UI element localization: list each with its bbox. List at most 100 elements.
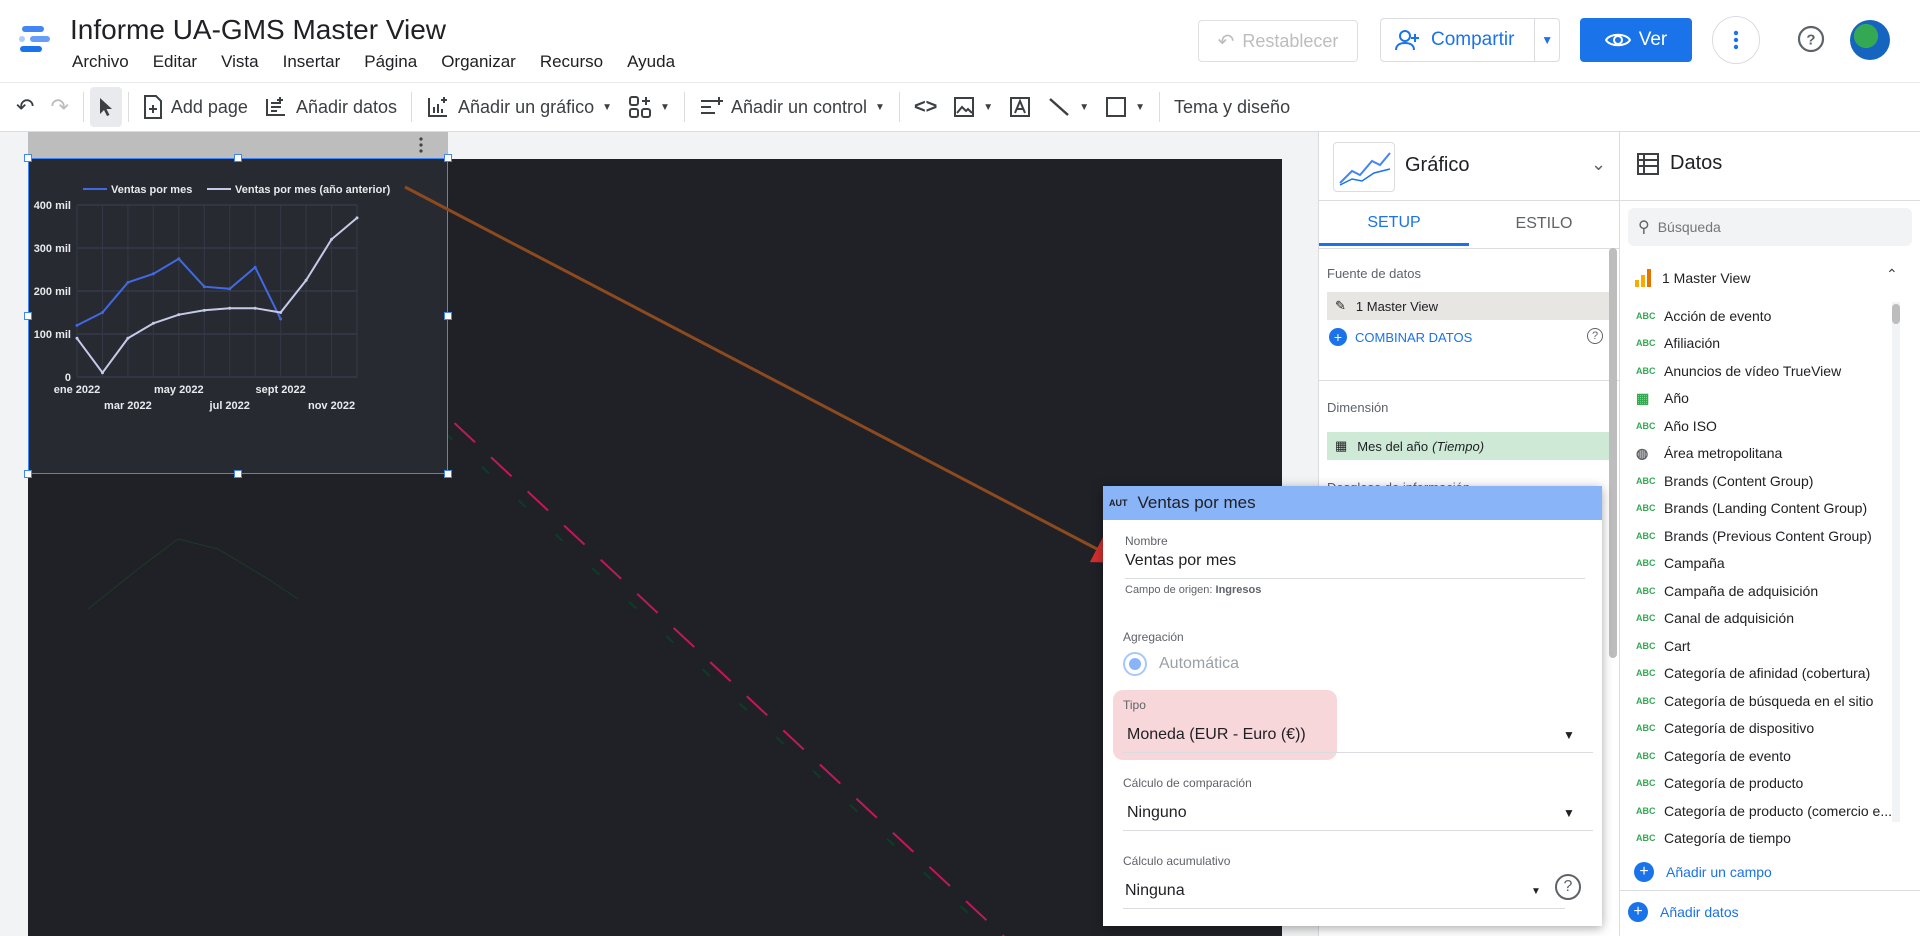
text-type-icon: ABC	[1636, 778, 1656, 789]
user-avatar[interactable]	[1850, 20, 1890, 60]
field-name: Categoría de evento	[1664, 747, 1791, 764]
field-item[interactable]: ABC Categoría de tiempo	[1620, 825, 1900, 853]
cumulative-select-value[interactable]: Ninguna	[1125, 882, 1185, 900]
tab-style[interactable]: ESTILO	[1469, 202, 1619, 246]
field-item[interactable]: ABC Campaña	[1620, 550, 1900, 578]
line-button[interactable]: ▼	[1039, 87, 1097, 127]
add-control-button[interactable]: Añadir un control ▼	[691, 87, 893, 127]
field-item[interactable]: ABC Acción de evento	[1620, 302, 1900, 330]
field-item[interactable]: ABC Categoría de dispositivo	[1620, 715, 1900, 743]
field-item[interactable]: ▦ Año	[1620, 385, 1900, 413]
field-name: Categoría de búsqueda en el sitio	[1664, 692, 1874, 709]
image-button[interactable]: ▼	[945, 87, 1001, 127]
field-item[interactable]: ABC Categoría de afinidad (cobertura)	[1620, 660, 1900, 688]
share-button[interactable]: Compartir ▼	[1380, 18, 1560, 62]
help-icon[interactable]: ?	[1587, 328, 1603, 344]
community-visualizations-button[interactable]: ▼	[620, 87, 678, 127]
add-page-button[interactable]: Add page	[135, 87, 256, 127]
shape-button[interactable]: ▼	[1097, 87, 1153, 127]
report-title[interactable]: Informe UA-GMS Master View	[70, 14, 446, 46]
field-item[interactable]: ABC Anuncios de vídeo TrueView	[1620, 357, 1900, 385]
field-item[interactable]: ABC Canal de adquisición	[1620, 605, 1900, 633]
field-item[interactable]: ABC Brands (Previous Content Group)	[1620, 522, 1900, 550]
tab-setup[interactable]: SETUP	[1319, 202, 1469, 246]
svg-text:?: ?	[1806, 32, 1815, 49]
add-page-label: Add page	[170, 96, 248, 117]
search-input[interactable]	[1657, 219, 1878, 235]
menu-ayuda[interactable]: Ayuda	[615, 52, 687, 72]
menu-recurso[interactable]: Recurso	[528, 52, 615, 72]
search-field[interactable]: ⚲	[1628, 208, 1912, 246]
field-item[interactable]: ABC Categoría de búsqueda en el sitio	[1620, 687, 1900, 715]
scrollbar[interactable]	[1609, 248, 1617, 658]
eye-icon	[1604, 33, 1631, 47]
dropdown-arrow-icon[interactable]: ▼	[1563, 728, 1575, 742]
menu-editar[interactable]: Editar	[141, 52, 209, 72]
scrollbar[interactable]	[1892, 304, 1900, 324]
menu-insertar[interactable]: Insertar	[271, 52, 353, 72]
data-panel: Datos ⚲ 1 Master View ⌃ ABC Acción de eve…	[1620, 132, 1920, 936]
popup-header: AUT Ventas por mes	[1103, 486, 1602, 520]
comparison-select-value[interactable]: Ninguno	[1127, 804, 1187, 822]
reset-label: Restablecer	[1242, 30, 1339, 51]
help-icon[interactable]: ?	[1796, 24, 1826, 54]
chevron-down-icon[interactable]: ⌄	[1591, 154, 1606, 175]
reset-button[interactable]: ↶ Restablecer	[1198, 20, 1358, 62]
field-name: Brands (Content Group)	[1664, 472, 1814, 489]
add-chart-button[interactable]: Añadir un gráfico ▼	[418, 87, 620, 127]
datasource-header[interactable]: 1 Master View	[1634, 268, 1750, 288]
widgets-icon	[629, 96, 652, 118]
collapse-icon[interactable]: ⌃	[1886, 266, 1898, 283]
view-button[interactable]: Ver	[1580, 18, 1692, 62]
text-type-icon: ABC	[1636, 723, 1656, 734]
chart-type-label[interactable]: Gráfico	[1405, 154, 1469, 177]
aggregation-option[interactable]: Automática	[1123, 652, 1239, 676]
menu-organizar[interactable]: Organizar	[429, 52, 528, 72]
chart-type-thumbnail[interactable]	[1333, 142, 1395, 192]
add-data-button[interactable]: + Añadir datos	[1628, 902, 1739, 922]
add-field-button[interactable]: + Añadir un campo	[1634, 862, 1772, 882]
menu-pagina[interactable]: Página	[352, 52, 429, 72]
name-input[interactable]	[1125, 552, 1585, 570]
field-item[interactable]: ABC Año ISO	[1620, 412, 1900, 440]
menu-vista[interactable]: Vista	[209, 52, 271, 72]
type-highlight	[1113, 690, 1337, 760]
dropdown-arrow-icon[interactable]: ▼	[1531, 886, 1541, 897]
more-options-button[interactable]	[1712, 16, 1760, 64]
help-icon[interactable]: ?	[1555, 874, 1581, 900]
text-button[interactable]	[1001, 87, 1039, 127]
menu-archivo[interactable]: Archivo	[60, 52, 141, 72]
blend-data-button[interactable]: + COMBINAR DATOS	[1329, 328, 1472, 346]
field-item[interactable]: ABC Brands (Content Group)	[1620, 467, 1900, 495]
text-type-icon: ABC	[1636, 420, 1656, 431]
dropdown-arrow-icon[interactable]: ▼	[1563, 806, 1575, 820]
field-item[interactable]: ABC Categoría de producto	[1620, 770, 1900, 798]
field-item[interactable]: ABC Campaña de adquisición	[1620, 577, 1900, 605]
pencil-icon: ✎	[1335, 298, 1346, 313]
datasource-chip[interactable]: ✎ 1 Master View	[1327, 292, 1609, 320]
redo-button[interactable]: ↷	[42, 87, 76, 127]
dimension-chip[interactable]: ▦ Mes del año (Tiempo)	[1327, 432, 1609, 460]
share-dropdown-icon[interactable]: ▼	[1535, 33, 1559, 47]
select-tool-button[interactable]	[89, 87, 122, 127]
undo-button[interactable]: ↶	[8, 87, 42, 127]
field-item[interactable]: ABC Brands (Landing Content Group)	[1620, 495, 1900, 523]
field-item[interactable]: ABC Afiliación	[1620, 330, 1900, 358]
name-label: Nombre	[1125, 534, 1168, 548]
field-item[interactable]: ABC Categoría de evento	[1620, 742, 1900, 770]
type-select-value[interactable]: Moneda (EUR - Euro (€))	[1127, 726, 1306, 744]
metric-edit-popup: AUT Ventas por mes Nombre Campo de orige…	[1103, 486, 1602, 926]
field-item[interactable]: ABC Cart	[1620, 632, 1900, 660]
dropdown-arrow-icon: ▼	[602, 101, 613, 113]
theme-layout-button[interactable]: Tema y diseño	[1166, 87, 1298, 127]
looker-studio-logo[interactable]	[16, 20, 54, 58]
field-item[interactable]: ABC Categoría de producto (comercio e...	[1620, 797, 1900, 825]
text-type-icon: ABC	[1636, 668, 1656, 679]
dropdown-arrow-icon: ▼	[660, 101, 670, 113]
field-item[interactable]: ◍ Área metropolitana	[1620, 440, 1900, 468]
add-data-button[interactable]: Añadir datos	[256, 87, 405, 127]
dropdown-arrow-icon: ▼	[875, 101, 885, 113]
text-type-icon: ABC	[1636, 338, 1656, 349]
code-icon: <>	[913, 95, 938, 118]
embed-url-button[interactable]: <>	[906, 87, 945, 127]
